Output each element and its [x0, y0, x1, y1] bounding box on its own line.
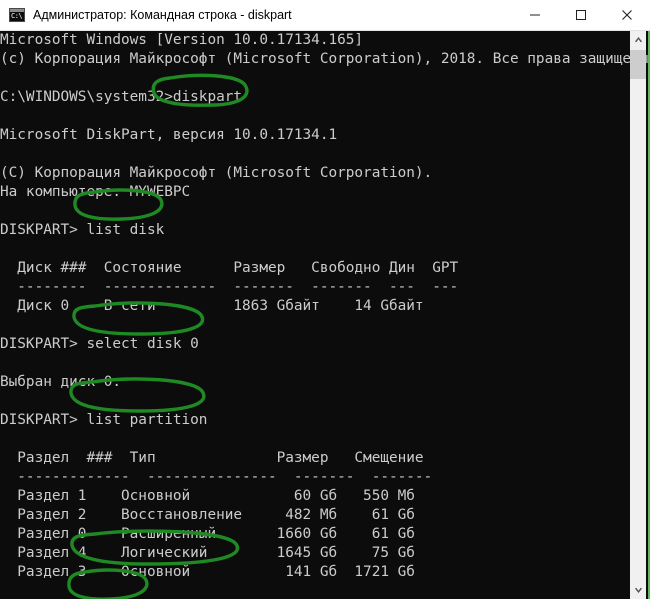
close-icon [622, 10, 632, 20]
vertical-scrollbar[interactable] [630, 31, 646, 599]
console-line: Выбран диск 0. [0, 374, 122, 390]
console-line: Microsoft DiskPart, версия 10.0.17134.1 [0, 127, 338, 143]
console-line: Microsoft Windows [Version 10.0.17134.16… [0, 32, 364, 48]
console-line: (C) Корпорация Майкрософт (Microsoft Cor… [0, 165, 433, 181]
console-line: -------- ------------- ------- ------- -… [0, 279, 459, 295]
maximize-icon [576, 10, 586, 20]
console-line: Раздел 2 Восстановление 482 Mб 61 Gб [0, 507, 415, 523]
minimize-icon [530, 14, 540, 16]
console-line: ------------- --------------- ------- --… [0, 469, 433, 485]
scroll-down-button[interactable] [630, 582, 646, 599]
cmd-console-icon: C:\ [9, 8, 25, 22]
console-line: (c) Корпорация Майкрософт (Microsoft Cor… [0, 51, 650, 67]
console-line: Раздел ### Тип Размер Смещение [0, 450, 424, 466]
console-line: На компьютере: MYWEBPC [0, 184, 191, 200]
scrollbar-track[interactable] [630, 79, 646, 582]
console-line: Диск ### Состояние Размер Свободно Дин G… [0, 260, 459, 276]
window-titlebar[interactable]: C:\ Администратор: Командная строка - di… [0, 0, 650, 31]
console-output-area[interactable]: Microsoft Windows [Version 10.0.17134.16… [0, 31, 650, 599]
console-line: Раздел 1 Основной 60 Gб 550 Mб [0, 488, 415, 504]
console-line: DISKPART> list disk [0, 222, 165, 238]
scrollbar-thumb[interactable] [630, 50, 646, 79]
scroll-up-arrow-icon [634, 37, 642, 43]
console-text: Microsoft Windows [Version 10.0.17134.16… [0, 31, 650, 599]
console-line: Диск 0 В сети 1863 Gбайт 14 Gбайт [0, 298, 424, 314]
command-prompt-window: C:\ Администратор: Командная строка - di… [0, 0, 650, 599]
minimize-button[interactable] [512, 0, 558, 30]
window-title: Администратор: Командная строка - diskpa… [33, 8, 292, 22]
cmd-icon-glyph: C:\ [11, 12, 23, 20]
scroll-up-button[interactable] [630, 31, 646, 48]
console-line: C:\WINDOWS\system32>diskpart [0, 89, 243, 105]
console-line: Раздел 4 Логический 1645 Gб 75 Gб [0, 545, 415, 561]
maximize-button[interactable] [558, 0, 604, 30]
close-button[interactable] [604, 0, 650, 30]
console-line: Раздел 0 Расширенный 1660 Gб 61 Gб [0, 526, 415, 542]
console-line: Раздел 3 Основной 141 Gб 1721 Gб [0, 564, 415, 580]
console-line: DISKPART> select disk 0 [0, 336, 199, 352]
scroll-down-arrow-icon [634, 587, 642, 593]
console-line: DISKPART> list partition [0, 412, 208, 428]
